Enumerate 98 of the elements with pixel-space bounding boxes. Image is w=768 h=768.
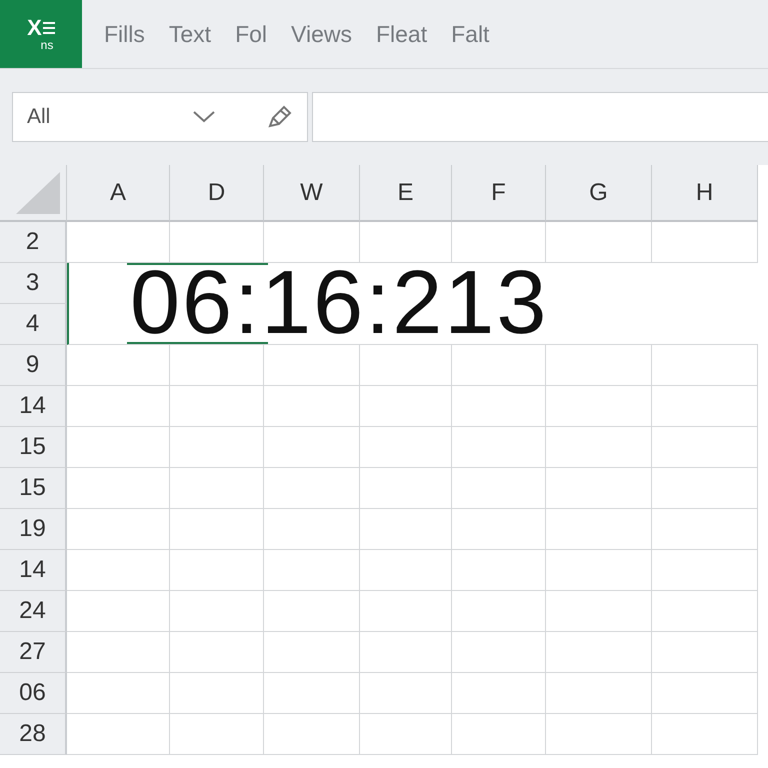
grid-cell[interactable] [264,714,360,755]
grid-cell[interactable] [67,468,170,509]
grid-cell[interactable] [452,714,546,755]
grid-cell[interactable] [360,673,452,714]
row-header[interactable]: 4 [0,304,67,345]
grid-cell[interactable] [67,591,170,632]
column-header[interactable]: H [652,165,758,222]
lines-icon [42,21,55,35]
grid-cell[interactable] [170,550,264,591]
menu-item[interactable]: Fol [235,20,268,48]
app-logo: X ns [0,0,82,68]
grid-cell[interactable] [170,222,264,263]
grid-cell[interactable] [170,386,264,427]
grid-cell[interactable] [546,714,652,755]
row-header[interactable]: 14 [0,386,67,427]
grid-cell[interactable] [546,591,652,632]
row-header[interactable]: 2 [0,222,67,263]
grid-cell[interactable] [170,427,264,468]
grid-cell[interactable] [264,509,360,550]
grid-cell[interactable] [652,673,758,714]
grid-cell[interactable] [360,509,452,550]
grid-cell[interactable] [652,468,758,509]
grid-cell[interactable] [452,427,546,468]
row-header[interactable]: 15 [0,468,67,509]
pen-icon[interactable] [267,105,293,129]
name-box[interactable]: All [12,92,308,142]
row-header[interactable]: 9 [0,345,67,386]
row-header[interactable]: 14 [0,550,67,591]
row-header[interactable]: 24 [0,591,67,632]
grid-cell[interactable] [652,550,758,591]
grid-cell[interactable] [170,591,264,632]
row-header[interactable]: 28 [0,714,67,755]
grid-cell[interactable] [546,468,652,509]
grid-cell[interactable] [652,591,758,632]
column-header[interactable]: E [360,165,452,222]
grid-cell[interactable] [452,550,546,591]
grid-cell[interactable] [170,468,264,509]
grid-cell[interactable] [170,509,264,550]
grid-cell[interactable] [546,386,652,427]
grid-cell[interactable] [264,673,360,714]
merged-cell[interactable]: 06:16:213 [67,263,758,345]
grid-cell[interactable] [67,550,170,591]
grid-cell[interactable] [264,386,360,427]
grid-cell[interactable] [264,550,360,591]
column-header[interactable]: A [67,165,170,222]
select-all-icon[interactable] [16,172,60,214]
grid-cell[interactable] [360,714,452,755]
grid-cell[interactable] [170,714,264,755]
menu-item[interactable]: Views [291,20,352,48]
grid-cell[interactable] [652,427,758,468]
grid-cell[interactable] [170,632,264,673]
grid-cell[interactable] [67,427,170,468]
chevron-down-icon [193,111,215,123]
grid-cell[interactable] [546,632,652,673]
grid-cell[interactable] [360,632,452,673]
grid-cell[interactable] [264,427,360,468]
grid-cell[interactable] [452,632,546,673]
grid-cell[interactable] [452,509,546,550]
grid-cell[interactable] [264,632,360,673]
grid-cell[interactable] [170,673,264,714]
grid-cell[interactable] [67,632,170,673]
row-header[interactable]: 27 [0,632,67,673]
formula-input[interactable] [312,92,768,142]
row-header[interactable]: 3 [0,263,67,304]
grid-cell[interactable] [452,591,546,632]
grid-cell[interactable] [546,427,652,468]
grid-cell[interactable] [546,550,652,591]
grid-cell[interactable] [452,673,546,714]
grid-cell[interactable] [360,591,452,632]
grid-cell[interactable] [652,386,758,427]
grid-cell[interactable] [67,673,170,714]
grid-cell[interactable] [546,673,652,714]
grid-cell[interactable] [67,386,170,427]
grid-cell[interactable] [264,591,360,632]
column-header[interactable]: W [264,165,360,222]
row-header[interactable]: 15 [0,427,67,468]
grid-cell[interactable] [264,468,360,509]
grid-cell[interactable] [652,509,758,550]
column-header[interactable]: F [452,165,546,222]
grid-cell[interactable] [652,714,758,755]
grid-cell[interactable] [360,386,452,427]
row-header[interactable]: 06 [0,673,67,714]
row-header[interactable]: 19 [0,509,67,550]
menu-item[interactable]: Text [168,20,212,48]
grid-cell[interactable] [360,468,452,509]
grid-cell[interactable] [452,386,546,427]
menu-item[interactable]: Fills [104,20,145,48]
grid-cell[interactable] [546,509,652,550]
menu-item[interactable]: Falt [451,20,490,48]
grid-cell[interactable] [452,468,546,509]
column-header[interactable]: D [170,165,264,222]
menu-item[interactable]: Fleat [376,20,428,48]
grid-cell[interactable] [67,714,170,755]
grid-cell[interactable] [360,427,452,468]
grid-cell[interactable] [360,550,452,591]
grid-cell[interactable] [652,632,758,673]
grid-cell[interactable] [67,509,170,550]
column-header[interactable]: G [546,165,652,222]
